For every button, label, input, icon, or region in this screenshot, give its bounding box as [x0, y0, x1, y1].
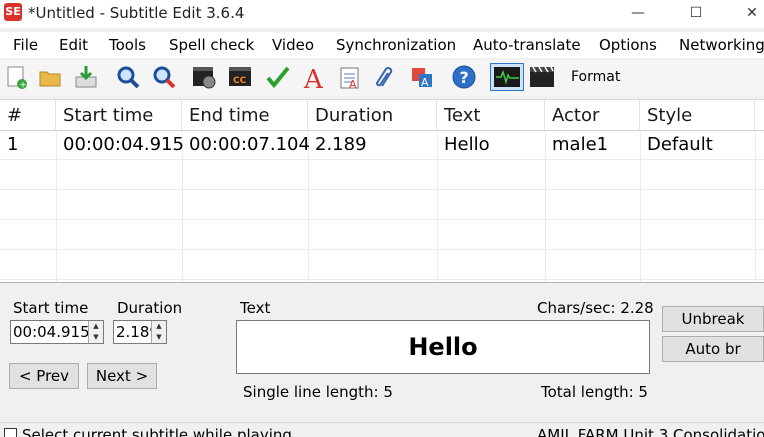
menu-options[interactable]: Options [599, 36, 657, 54]
closed-captions-icon[interactable]: CC [226, 63, 254, 91]
menu-video[interactable]: Video [272, 36, 314, 54]
title-bar: SE *Untitled - Subtitle Edit 3.6.4 — ☐ ✕ [0, 0, 764, 28]
subtitle-grid[interactable]: # Start time End time Duration Text Acto… [0, 99, 764, 283]
duration-stepper[interactable]: ▲ ▼ [151, 321, 166, 343]
help-icon[interactable]: ? [450, 63, 478, 91]
next-button[interactable]: Next > [87, 363, 157, 389]
menu-auto-translate[interactable]: Auto-translate [473, 36, 581, 54]
replace-icon[interactable] [150, 63, 178, 91]
prev-button[interactable]: < Prev [9, 363, 79, 389]
adjust-font-icon[interactable]: A [300, 63, 328, 91]
menu-networking[interactable]: Networking [679, 36, 764, 54]
edit-panel: Start time Duration 00:04.915 ▲ ▼ 2.189 ▲… [0, 296, 764, 406]
column-header-text[interactable]: Text [437, 100, 545, 131]
toolbar: + CC A A A ? Format [0, 60, 764, 96]
auto-br-button[interactable]: Auto br [662, 336, 764, 362]
subtitle-text-input[interactable]: Hello [236, 320, 650, 374]
duration-label: Duration [117, 299, 183, 317]
svg-text:A: A [421, 76, 429, 89]
cell-actor: male1 [552, 134, 609, 155]
duration-field[interactable]: 2.189 ▲ ▼ [113, 320, 167, 344]
select-current-label: Select current subtitle while playing [22, 426, 292, 437]
close-button[interactable]: ✕ [726, 0, 764, 28]
svg-text:A: A [303, 65, 324, 90]
spell-check-icon[interactable] [264, 63, 292, 91]
column-header-start-time[interactable]: Start time [56, 100, 182, 131]
cell-number: 1 [7, 134, 19, 155]
unbreak-button[interactable]: Unbreak [662, 306, 764, 332]
open-folder-icon[interactable] [36, 63, 64, 91]
column-header-end-time[interactable]: End time [182, 100, 308, 131]
start-time-label: Start time [13, 299, 89, 317]
menu-edit[interactable]: Edit [59, 36, 88, 54]
format-label: Format [571, 69, 621, 85]
visual-sync-icon[interactable] [190, 63, 218, 91]
menu-spell-check[interactable]: Spell check [169, 36, 254, 54]
window-title: *Untitled - Subtitle Edit 3.6.4 [28, 4, 245, 22]
waveform-icon[interactable] [490, 63, 524, 91]
source-view-icon[interactable]: A [336, 63, 364, 91]
column-header-number[interactable]: # [0, 100, 56, 131]
column-header-actor[interactable]: Actor [545, 100, 640, 131]
start-time-field[interactable]: 00:04.915 ▲ ▼ [10, 320, 104, 344]
svg-text:CC: CC [233, 76, 247, 86]
svg-text:+: + [19, 81, 27, 91]
save-download-icon[interactable] [72, 63, 100, 91]
status-right-text: AMIL FARM Unit 3 Consolidation [537, 426, 764, 437]
start-time-stepper[interactable]: ▲ ▼ [88, 321, 103, 343]
minimize-button[interactable]: — [612, 0, 664, 28]
menu-file[interactable]: File [13, 36, 38, 54]
total-length: Total length: 5 [541, 383, 648, 401]
svg-text:A: A [349, 78, 357, 90]
attachment-icon[interactable] [372, 63, 400, 91]
cell-text: Hello [444, 134, 490, 155]
chars-per-sec: Chars/sec: 2.28 [537, 299, 654, 317]
cell-duration: 2.189 [315, 134, 367, 155]
video-icon[interactable] [528, 63, 556, 91]
app-icon: SE [4, 3, 22, 21]
menu-bar: File Edit Tools Spell check Video Synchr… [0, 32, 764, 58]
column-header-style[interactable]: Style [640, 100, 755, 131]
text-label: Text [240, 299, 271, 317]
cell-end-time: 00:00:07.104 [189, 134, 310, 155]
bottom-bar: Select current subtitle while playing AM… [0, 422, 764, 437]
start-time-value: 00:04.915 [13, 323, 90, 341]
column-header-duration[interactable]: Duration [308, 100, 437, 131]
translate-icon[interactable]: A [408, 63, 436, 91]
single-line-length: Single line length: 5 [243, 383, 393, 401]
find-icon[interactable] [114, 63, 142, 91]
cell-start-time: 00:00:04.915 [63, 134, 184, 155]
menu-tools[interactable]: Tools [109, 36, 146, 54]
maximize-button[interactable]: ☐ [670, 0, 722, 28]
new-file-icon[interactable]: + [2, 63, 30, 91]
menu-synchronization[interactable]: Synchronization [336, 36, 456, 54]
cell-style: Default [647, 134, 713, 155]
svg-text:?: ? [460, 68, 469, 87]
